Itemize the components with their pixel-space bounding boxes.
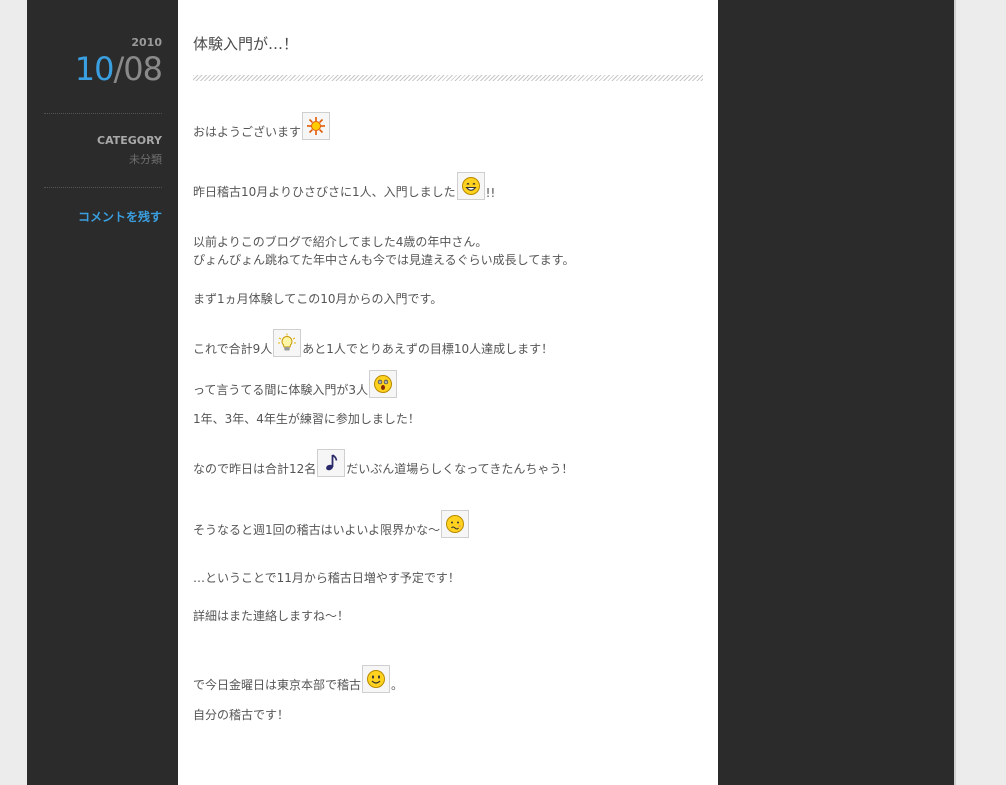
post-line: おはようございます — [193, 112, 331, 140]
worried-face-icon — [441, 510, 470, 538]
post-line: 自分の稽古です！ — [193, 706, 289, 723]
post-title[interactable]: 体験入門が…！ — [193, 33, 298, 54]
post-line: なので昨日は合計12名 だいぶん道場らしくなってきたんちゃう！ — [193, 449, 573, 477]
post-line: まず1ヵ月体験してこの10月からの入門です。 — [193, 290, 442, 307]
sun-icon — [302, 112, 331, 140]
post-text: 1年、3年、4年生が練習に参加しました！ — [193, 412, 420, 426]
post-line: そうなると週1回の稽古はいよいよ限界かな～ — [193, 510, 470, 538]
post-line: で今日金曜日は東京本部で稽古 。 — [193, 665, 403, 693]
post-content: 体験入門が…！ おはようございます 昨日稽古10月よりひさびさに1人、入門しまし… — [178, 0, 718, 785]
post-text: なので昨日は合計12名 — [193, 462, 317, 476]
post-text: あと1人でとりあえずの目標10人達成します！ — [302, 342, 554, 356]
post-text: 昨日稽古10月よりひさびさに1人、入門しました — [193, 185, 456, 199]
post-text: ぴょんぴょん跳ねてた年中さんも今では見違えるぐらい成長してます。 — [193, 253, 575, 267]
category-value[interactable]: 未分類 — [129, 151, 162, 167]
post-text: で今日金曜日は東京本部で稽古 — [193, 678, 362, 692]
post-line: 詳細はまた連絡しますね～！ — [193, 607, 349, 624]
post-text: !! — [485, 186, 496, 200]
post-line: これで合計9人 あと1人でとりあえずの目標10人達成します！ — [193, 329, 553, 357]
post-year: 2010 — [131, 36, 162, 49]
grin-face-icon — [456, 172, 485, 200]
post-text: おはようございます — [193, 125, 302, 139]
post-line: ぴょんぴょん跳ねてた年中さんも今では見違えるぐらい成長してます。 — [193, 251, 574, 268]
leave-comment-link[interactable]: コメントを残す — [78, 208, 162, 225]
meta-divider — [44, 113, 162, 114]
surprised-face-icon — [369, 370, 398, 398]
post-text: 詳細はまた連絡しますね～！ — [193, 609, 350, 623]
date-separator: / — [113, 50, 125, 88]
post-line: 以前よりこのブログで紹介してました4歳の年中さん。 — [193, 233, 487, 250]
music-note-icon — [317, 449, 346, 477]
light-bulb-icon — [273, 329, 302, 357]
meta-divider — [44, 187, 162, 188]
title-divider — [193, 75, 703, 81]
post-text: 。 — [391, 678, 404, 692]
post-date: 10/08 — [74, 50, 163, 88]
post-line: って言うてる間に体験入門が3人 — [193, 370, 398, 398]
category-label: CATEGORY — [97, 134, 162, 147]
smile-face-icon — [362, 665, 391, 693]
post-month: 10 — [74, 50, 115, 88]
post-text: そうなると週1回の稽古はいよいよ限界かな～ — [193, 523, 441, 537]
post-text: 自分の稽古です！ — [193, 708, 290, 722]
frame-edge — [954, 0, 956, 785]
post-line: 昨日稽古10月よりひさびさに1人、入門しました !! — [193, 172, 495, 200]
post-text: 以前よりこのブログで紹介してました4歳の年中さん。 — [193, 235, 488, 249]
post-text: だいぶん道場らしくなってきたんちゃう！ — [346, 462, 574, 476]
post-text: まず1ヵ月体験してこの10月からの入門です。 — [193, 292, 443, 306]
post-text: って言うてる間に体験入門が3人 — [193, 383, 369, 397]
post-line: …ということで11月から稽古日増やす予定です！ — [193, 569, 460, 586]
post-text: …ということで11月から稽古日増やす予定です！ — [193, 571, 460, 585]
post-line: 1年、3年、4年生が練習に参加しました！ — [193, 410, 420, 427]
post-day: 08 — [123, 50, 163, 88]
post-text: これで合計9人 — [193, 342, 273, 356]
